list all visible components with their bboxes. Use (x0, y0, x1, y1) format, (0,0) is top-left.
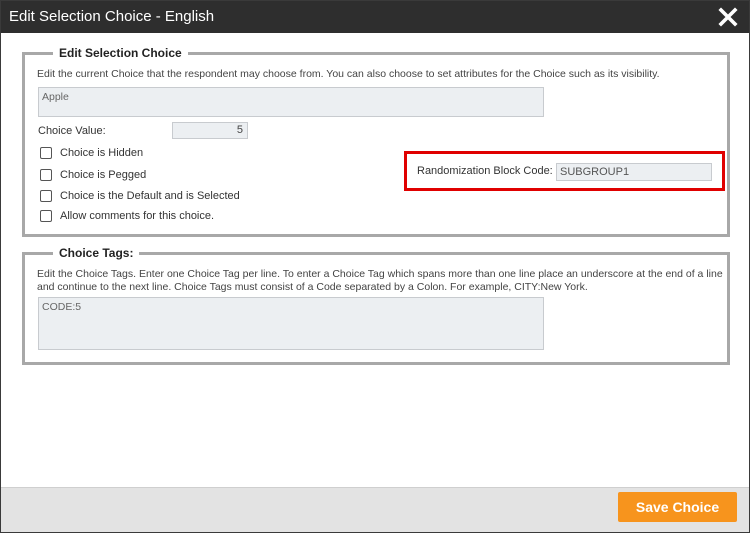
choice-default-label: Choice is the Default and is Selected (60, 190, 240, 202)
choice-pegged-label: Choice is Pegged (60, 169, 147, 181)
checkbox-hidden-row[interactable]: Choice is Hidden (40, 145, 143, 161)
edit-choice-fieldset: Edit Selection Choice Edit the current C… (22, 45, 730, 237)
choice-hidden-checkbox[interactable] (40, 147, 52, 159)
choice-hidden-label: Choice is Hidden (60, 147, 144, 159)
choice-default-checkbox[interactable] (40, 190, 52, 202)
checkbox-default-row[interactable]: Choice is the Default and is Selected (40, 188, 240, 204)
randomization-highlight: Randomization Block Code: SUBGROUP1 (404, 151, 725, 191)
choice-pegged-checkbox[interactable] (40, 169, 52, 181)
allow-comments-label: Allow comments for this choice. (60, 210, 215, 222)
dialog-titlebar: Edit Selection Choice - English (1, 1, 749, 33)
checkbox-pegged-row[interactable]: Choice is Pegged (40, 167, 146, 183)
save-choice-button[interactable]: Save Choice (618, 492, 737, 522)
edit-choice-legend: Edit Selection Choice (43, 45, 188, 61)
choice-tags-description: Edit the Choice Tags. Enter one Choice T… (37, 268, 723, 293)
edit-choice-description: Edit the current Choice that the respond… (37, 68, 660, 80)
checkbox-comments-row[interactable]: Allow comments for this choice. (40, 208, 214, 224)
choice-value-label: Choice Value: (38, 125, 106, 137)
close-icon[interactable] (717, 6, 739, 28)
allow-comments-checkbox[interactable] (40, 210, 52, 222)
choice-text-input[interactable]: Apple (38, 87, 544, 117)
choice-tags-fieldset: Choice Tags: Edit the Choice Tags. Enter… (22, 245, 730, 365)
choice-value-input[interactable]: 5 (172, 122, 248, 139)
dialog-footer: Save Choice (1, 487, 749, 532)
dialog-body: Edit Selection Choice Edit the current C… (1, 33, 749, 487)
choice-tags-legend: Choice Tags: (43, 245, 140, 261)
randomization-label: Randomization Block Code: (417, 165, 553, 177)
choice-tags-textarea[interactable]: CODE:5 (38, 297, 544, 350)
edit-selection-choice-dialog: Edit Selection Choice - English Edit Sel… (0, 0, 750, 533)
dialog-title: Edit Selection Choice - English (9, 8, 215, 25)
randomization-block-code-input[interactable]: SUBGROUP1 (556, 163, 712, 181)
